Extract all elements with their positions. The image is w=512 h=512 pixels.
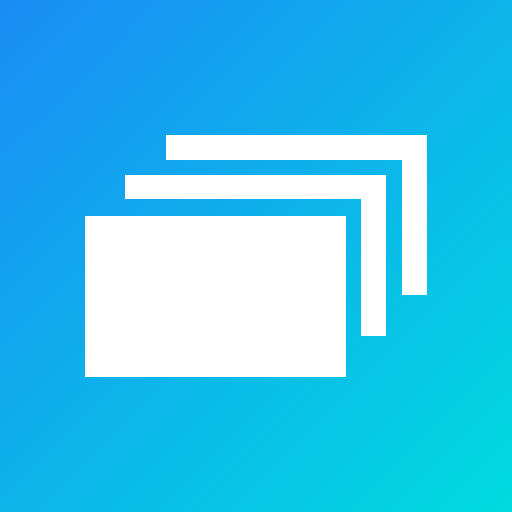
app-icon <box>0 0 512 512</box>
stacked-windows-icon <box>0 0 512 512</box>
front-window <box>85 216 346 377</box>
